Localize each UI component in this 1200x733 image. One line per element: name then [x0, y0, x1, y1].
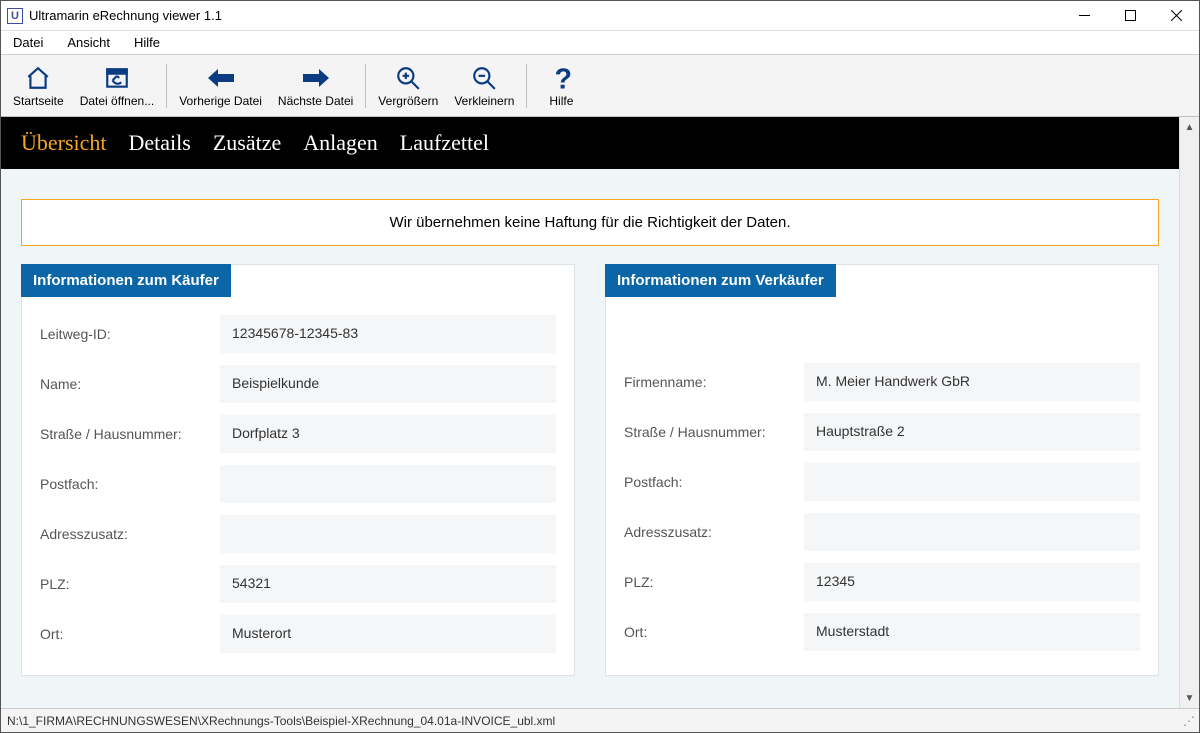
resize-grip-icon[interactable]: ⋰ — [1183, 714, 1193, 728]
menu-view[interactable]: Ansicht — [63, 33, 114, 52]
buyer-panel: Informationen zum Käufer Leitweg-ID:1234… — [21, 264, 575, 676]
minimize-button[interactable] — [1061, 1, 1107, 30]
tab-attachments[interactable]: Anlagen — [303, 130, 378, 156]
table-row: Adresszusatz: — [40, 515, 556, 553]
table-row: Name:Beispielkunde — [40, 365, 556, 403]
statusbar: N:\1_FIRMA\RECHNUNGSWESEN\XRechnungs-Too… — [1, 708, 1199, 732]
prev-button[interactable]: Vorherige Datei — [171, 57, 270, 115]
tab-routing[interactable]: Laufzettel — [400, 130, 489, 156]
seller-city-label: Ort: — [624, 624, 804, 640]
table-row: Firmenname:M. Meier Handwerk GbR — [624, 363, 1140, 401]
arrow-left-icon — [206, 64, 236, 92]
open-icon — [104, 64, 130, 92]
buyer-zip-label: PLZ: — [40, 576, 220, 592]
content-wrap: Übersicht Details Zusätze Anlagen Laufze… — [1, 117, 1199, 708]
buyer-street-label: Straße / Hausnummer: — [40, 426, 220, 442]
toolbar-separator — [166, 64, 167, 108]
table-row: Straße / Hausnummer:Dorfplatz 3 — [40, 415, 556, 453]
arrow-right-icon — [301, 64, 331, 92]
svg-text:?: ? — [555, 65, 572, 91]
seller-city-value: Musterstadt — [804, 613, 1140, 651]
table-row: Ort:Musterort — [40, 615, 556, 653]
seller-panel: Informationen zum Verkäufer Firmenname:M… — [605, 264, 1159, 676]
buyer-leitweg-label: Leitweg-ID: — [40, 326, 220, 342]
help-button[interactable]: ? Hilfe — [531, 57, 591, 115]
zoom-in-icon — [395, 64, 421, 92]
seller-name-value: M. Meier Handwerk GbR — [804, 363, 1140, 401]
zoomin-label: Vergrößern — [378, 94, 438, 108]
seller-zip-label: PLZ: — [624, 574, 804, 590]
next-label: Nächste Datei — [278, 94, 353, 108]
buyer-pobox-label: Postfach: — [40, 476, 220, 492]
zoom-out-icon — [471, 64, 497, 92]
prev-label: Vorherige Datei — [179, 94, 262, 108]
zoomin-button[interactable]: Vergrößern — [370, 57, 446, 115]
menu-help[interactable]: Hilfe — [130, 33, 164, 52]
next-button[interactable]: Nächste Datei — [270, 57, 361, 115]
tab-overview[interactable]: Übersicht — [21, 130, 107, 156]
table-row: PLZ:54321 — [40, 565, 556, 603]
seller-street-value: Hauptstraße 2 — [804, 413, 1140, 451]
buyer-addr2-value — [220, 515, 556, 553]
app-window: U Ultramarin eRechnung viewer 1.1 Datei … — [0, 0, 1200, 733]
seller-panel-title: Informationen zum Verkäufer — [605, 264, 836, 297]
home-icon — [25, 64, 51, 92]
titlebar: U Ultramarin eRechnung viewer 1.1 — [1, 1, 1199, 31]
seller-name-label: Firmenname: — [624, 374, 804, 390]
home-button[interactable]: Startseite — [5, 57, 72, 115]
home-label: Startseite — [13, 94, 64, 108]
zoomout-button[interactable]: Verkleinern — [446, 57, 522, 115]
buyer-addr2-label: Adresszusatz: — [40, 526, 220, 542]
table-row: Ort:Musterstadt — [624, 613, 1140, 651]
content-area: Übersicht Details Zusätze Anlagen Laufze… — [1, 117, 1179, 708]
zoomout-label: Verkleinern — [454, 94, 514, 108]
buyer-city-label: Ort: — [40, 626, 220, 642]
maximize-button[interactable] — [1107, 1, 1153, 30]
table-row: Straße / Hausnummer:Hauptstraße 2 — [624, 413, 1140, 451]
seller-street-label: Straße / Hausnummer: — [624, 424, 804, 440]
tab-details[interactable]: Details — [129, 130, 191, 156]
toolbar-separator — [526, 64, 527, 108]
window-controls — [1061, 1, 1199, 30]
buyer-leitweg-value: 12345678-12345-83 — [220, 315, 556, 353]
app-icon: U — [7, 8, 23, 24]
table-row: Postfach: — [624, 463, 1140, 501]
seller-pobox-label: Postfach: — [624, 474, 804, 490]
panels: Informationen zum Käufer Leitweg-ID:1234… — [1, 264, 1179, 708]
question-icon: ? — [551, 64, 571, 92]
scroll-up-arrow[interactable]: ▲ — [1180, 117, 1199, 137]
menu-file[interactable]: Datei — [9, 33, 47, 52]
buyer-street-value: Dorfplatz 3 — [220, 415, 556, 453]
table-row: PLZ:12345 — [624, 563, 1140, 601]
open-label: Datei öffnen... — [80, 94, 155, 108]
close-button[interactable] — [1153, 1, 1199, 30]
scroll-down-arrow[interactable]: ▼ — [1180, 688, 1199, 708]
buyer-city-value: Musterort — [220, 615, 556, 653]
tab-extras[interactable]: Zusätze — [213, 130, 281, 156]
seller-addr2-value — [804, 513, 1140, 551]
toolbar: Startseite Datei öffnen... Vorherige Dat… — [1, 55, 1199, 117]
help-label: Hilfe — [549, 94, 573, 108]
vertical-scrollbar[interactable]: ▲ ▼ — [1179, 117, 1199, 708]
table-row: Adresszusatz: — [624, 513, 1140, 551]
buyer-panel-title: Informationen zum Käufer — [21, 264, 231, 297]
open-button[interactable]: Datei öffnen... — [72, 57, 163, 115]
buyer-pobox-value — [220, 465, 556, 503]
table-row: Postfach: — [40, 465, 556, 503]
buyer-zip-value: 54321 — [220, 565, 556, 603]
seller-zip-value: 12345 — [804, 563, 1140, 601]
menubar: Datei Ansicht Hilfe — [1, 31, 1199, 55]
seller-pobox-value — [804, 463, 1140, 501]
buyer-name-value: Beispielkunde — [220, 365, 556, 403]
buyer-name-label: Name: — [40, 376, 220, 392]
status-path: N:\1_FIRMA\RECHNUNGSWESEN\XRechnungs-Too… — [7, 714, 555, 728]
disclaimer-notice: Wir übernehmen keine Haftung für die Ric… — [21, 199, 1159, 246]
document-tabs: Übersicht Details Zusätze Anlagen Laufze… — [1, 117, 1179, 169]
window-title: Ultramarin eRechnung viewer 1.1 — [29, 8, 1061, 23]
table-row: Leitweg-ID:12345678-12345-83 — [40, 315, 556, 353]
toolbar-separator — [365, 64, 366, 108]
seller-addr2-label: Adresszusatz: — [624, 524, 804, 540]
